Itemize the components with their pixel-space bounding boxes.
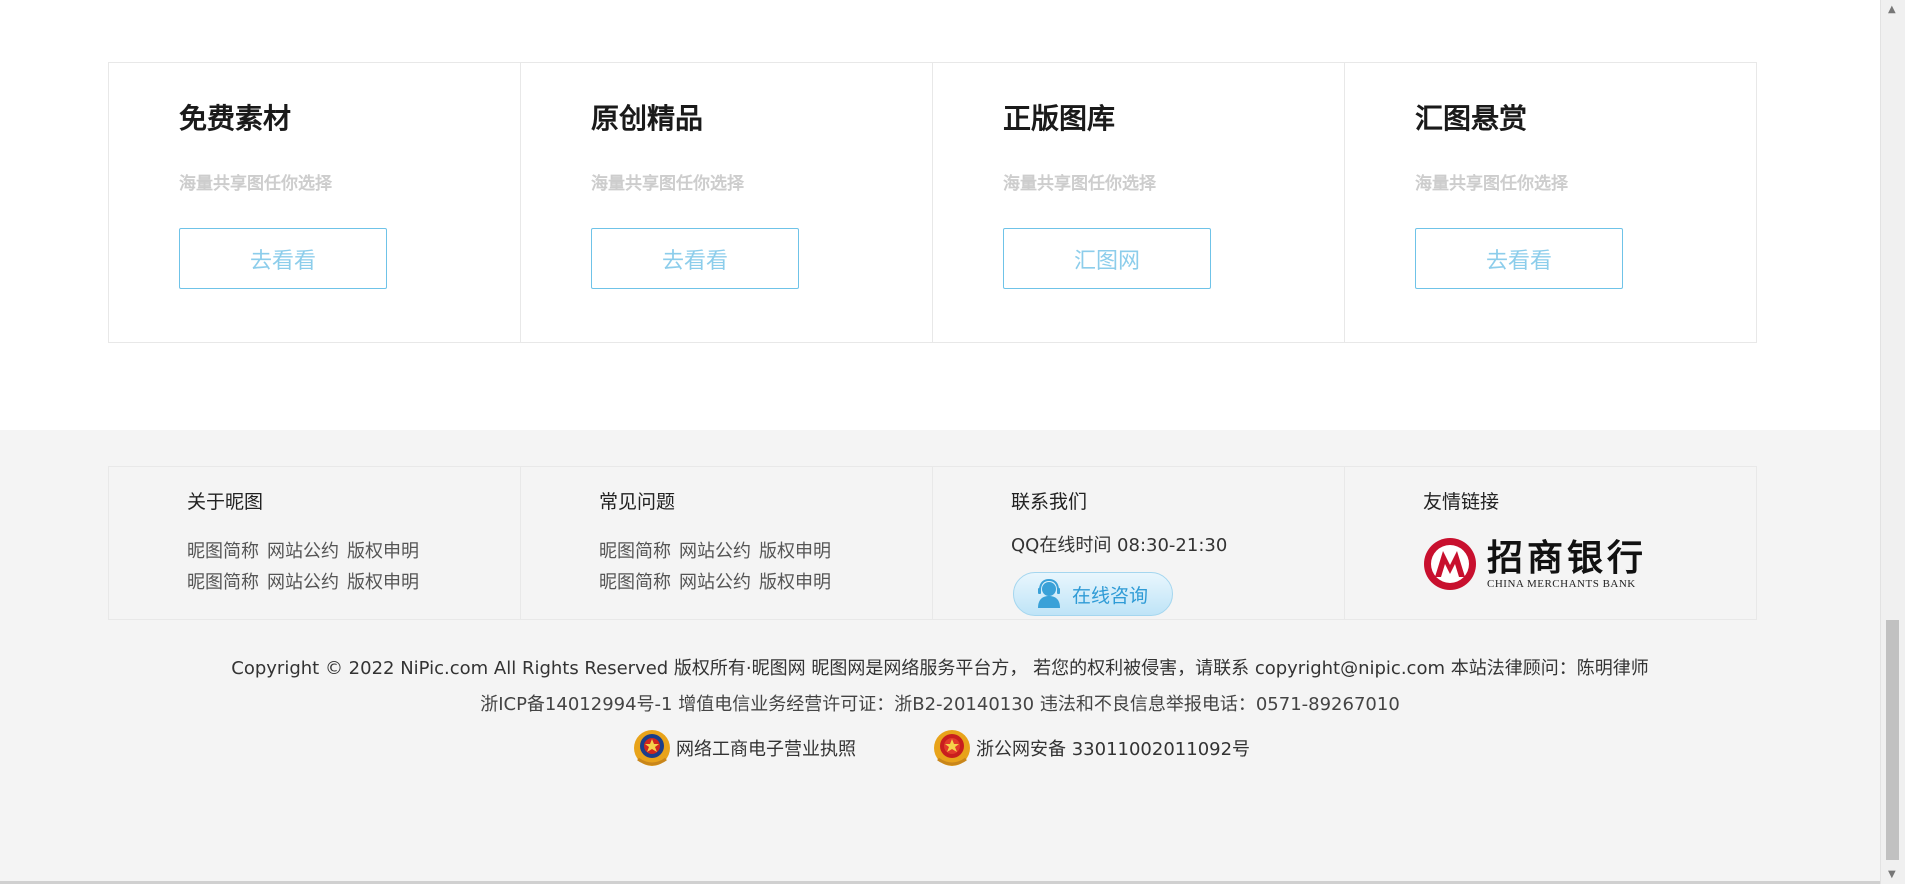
card-free-material: 免费素材 海量共享图任你选择 去看看 xyxy=(109,63,521,342)
business-license-label: 网络工商电子营业执照 xyxy=(676,739,856,760)
feature-cards: 免费素材 海量共享图任你选择 去看看 原创精品 海量共享图任你选择 去看看 正版… xyxy=(108,62,1757,343)
footer-links-row: 昵图简称 网站公约 版权申明 xyxy=(187,568,427,594)
footer-col-title: 联系我们 xyxy=(1011,491,1088,513)
cmb-logo-icon xyxy=(1424,538,1476,590)
footer-col-title: 友情链接 xyxy=(1423,491,1500,513)
footer-links-row: 昵图简称 网站公约 版权申明 xyxy=(599,568,839,594)
footer-link[interactable]: 版权申明 xyxy=(759,541,831,562)
card-go-button[interactable]: 去看看 xyxy=(591,228,799,289)
headset-person-icon xyxy=(1038,579,1060,608)
footer-link[interactable]: 网站公约 xyxy=(679,572,751,593)
footer-col-faq: 常见问题 昵图简称 网站公约 版权申明 昵图简称 网站公约 版权申明 xyxy=(521,467,933,619)
card-reward: 汇图悬赏 海量共享图任你选择 去看看 xyxy=(1345,63,1756,342)
card-go-button[interactable]: 去看看 xyxy=(1415,228,1623,289)
footer-link[interactable]: 昵图简称 xyxy=(599,541,671,562)
footer-link[interactable]: 版权申明 xyxy=(347,541,419,562)
footer-link[interactable]: 昵图简称 xyxy=(187,541,259,562)
online-consult-button[interactable]: 在线咨询 xyxy=(1013,572,1173,616)
business-license-badge[interactable]: 网络工商电子营业执照 xyxy=(632,727,856,769)
copyright-line: Copyright © 2022 NiPic.com All Rights Re… xyxy=(231,658,1649,679)
icp-license-line: 浙ICP备14012994号-1 增值电信业务经营许可证：浙B2-2014013… xyxy=(480,694,1400,715)
card-title: 免费素材 xyxy=(179,102,292,135)
police-emblem-icon xyxy=(634,730,670,766)
footer-col-contact: 联系我们 QQ在线时间 08:30-21:30 在线咨询 xyxy=(933,467,1345,619)
cmb-bank-link[interactable]: 招商银行 CHINA MERCHANTS BANK xyxy=(1423,531,1663,597)
footer-links-row: 昵图简称 网站公约 版权申明 xyxy=(599,537,839,563)
card-original: 原创精品 海量共享图任你选择 去看看 xyxy=(521,63,933,342)
footer-link[interactable]: 网站公约 xyxy=(267,541,339,562)
card-subtitle: 海量共享图任你选择 xyxy=(179,174,332,194)
card-title: 汇图悬赏 xyxy=(1415,102,1528,135)
page-viewport: 免费素材 海量共享图任你选择 去看看 原创精品 海量共享图任你选择 去看看 正版… xyxy=(0,0,1880,884)
bank-name-en: CHINA MERCHANTS BANK xyxy=(1487,578,1636,590)
qq-online-time: QQ在线时间 08:30-21:30 xyxy=(1011,535,1228,556)
police-record-label: 浙公网安备 33011002011092号 xyxy=(976,739,1251,760)
footer-link[interactable]: 版权申明 xyxy=(759,572,831,593)
card-subtitle: 海量共享图任你选择 xyxy=(1003,174,1156,194)
footer-link[interactable]: 版权申明 xyxy=(347,572,419,593)
police-record-badge[interactable]: 浙公网安备 33011002011092号 xyxy=(932,727,1250,769)
footer-link[interactable]: 昵图简称 xyxy=(599,572,671,593)
card-go-button[interactable]: 去看看 xyxy=(179,228,387,289)
cmb-bank-text: 招商银行 CHINA MERCHANTS BANK xyxy=(1487,538,1647,590)
card-licensed-gallery: 正版图库 海量共享图任你选择 汇图网 xyxy=(933,63,1345,342)
scroll-up-arrow-icon[interactable]: ▲ xyxy=(1888,4,1896,15)
bank-name-cn: 招商银行 xyxy=(1487,537,1648,579)
footer-links-row: 昵图简称 网站公约 版权申明 xyxy=(187,537,427,563)
footer-col-friends: 友情链接 招商银行 CHINA MERCHANTS BANK xyxy=(1345,467,1756,619)
vertical-scrollbar[interactable]: ▲ ▼ xyxy=(1880,0,1905,884)
footer-link[interactable]: 网站公约 xyxy=(267,572,339,593)
scrollbar-thumb[interactable] xyxy=(1886,620,1899,860)
footer-columns: 关于昵图 昵图简称 网站公约 版权申明 昵图简称 网站公约 版权申明 常见问题 昵图简称… xyxy=(108,466,1757,620)
footer-col-about: 关于昵图 昵图简称 网站公约 版权申明 昵图简称 网站公约 版权申明 xyxy=(109,467,521,619)
card-title: 原创精品 xyxy=(591,102,704,135)
footer-link[interactable]: 网站公约 xyxy=(679,541,751,562)
footer-col-title: 关于昵图 xyxy=(187,491,264,513)
card-subtitle: 海量共享图任你选择 xyxy=(591,174,744,194)
online-consult-label: 在线咨询 xyxy=(1072,584,1149,607)
police-emblem-icon xyxy=(934,730,970,766)
card-subtitle: 海量共享图任你选择 xyxy=(1415,174,1568,194)
footer-badges: 网络工商电子营业执照 浙公网安备 33011002011092号 xyxy=(0,727,1880,771)
footer-col-title: 常见问题 xyxy=(599,491,676,513)
site-footer: 关于昵图 昵图简称 网站公约 版权申明 昵图简称 网站公约 版权申明 常见问题 昵图简称… xyxy=(0,430,1880,884)
footer-link[interactable]: 昵图简称 xyxy=(187,572,259,593)
card-huitu-button[interactable]: 汇图网 xyxy=(1003,228,1211,289)
scroll-down-arrow-icon[interactable]: ▼ xyxy=(1888,869,1896,880)
card-title: 正版图库 xyxy=(1003,102,1116,135)
